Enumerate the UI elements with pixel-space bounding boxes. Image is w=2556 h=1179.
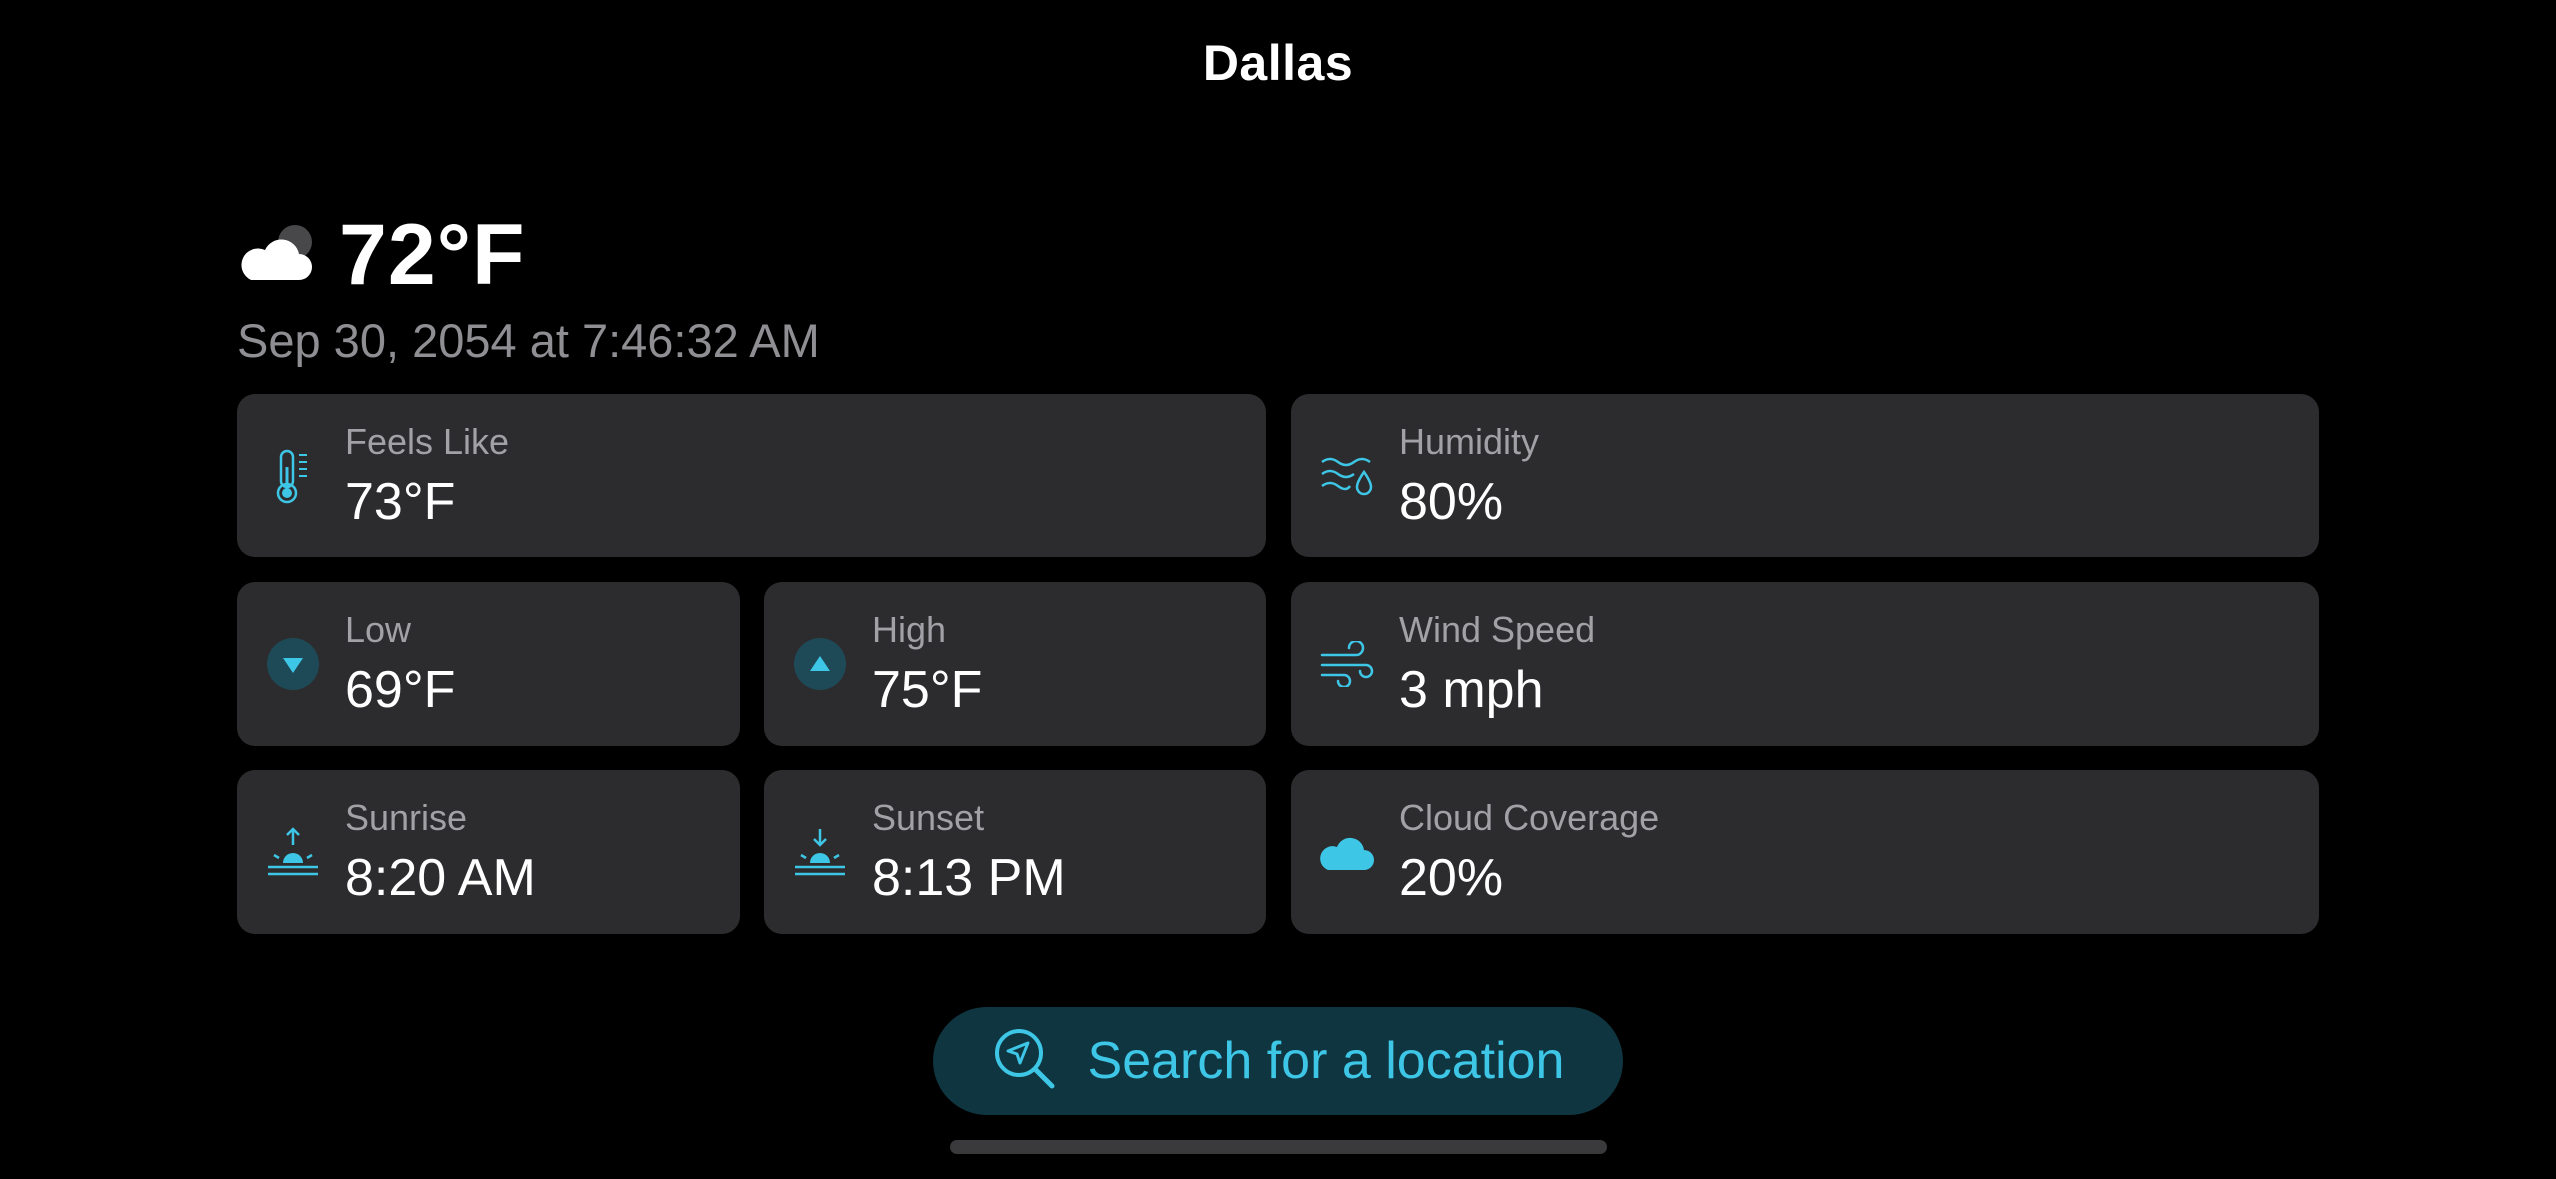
arrow-up-circle-icon bbox=[791, 635, 849, 693]
humidity-value: 80% bbox=[1399, 473, 1504, 531]
high-value: 75°F bbox=[872, 661, 983, 719]
sunrise-value: 8:20 AM bbox=[345, 849, 536, 907]
cloud-icon bbox=[1318, 823, 1376, 881]
feels-like-value: 73°F bbox=[345, 473, 456, 531]
wind-icon bbox=[1318, 635, 1376, 693]
cloud-coverage-card: Cloud Coverage 20% bbox=[1291, 770, 2319, 934]
sunset-label: Sunset bbox=[872, 797, 985, 838]
search-location-label: Search for a location bbox=[1087, 1032, 1565, 1090]
sunrise-icon bbox=[264, 823, 322, 881]
low-label: Low bbox=[345, 609, 412, 650]
city-title: Dallas bbox=[1202, 35, 1354, 91]
search-location-button[interactable]: Search for a location bbox=[933, 1007, 1623, 1115]
wind-speed-value: 3 mph bbox=[1399, 661, 1544, 719]
high-label: High bbox=[872, 609, 947, 650]
cloud-coverage-value: 20% bbox=[1399, 849, 1504, 907]
humidity-icon bbox=[1318, 447, 1376, 505]
cloud-coverage-label: Cloud Coverage bbox=[1399, 797, 1660, 838]
low-card: Low 69°F bbox=[237, 582, 740, 746]
low-value: 69°F bbox=[345, 661, 456, 719]
current-conditions: 72°F bbox=[237, 205, 526, 305]
sunset-value: 8:13 PM bbox=[872, 849, 1066, 907]
wind-speed-label: Wind Speed bbox=[1399, 609, 1596, 650]
location-search-icon bbox=[992, 1026, 1058, 1097]
current-temperature: 72°F bbox=[339, 206, 526, 303]
sunset-card: Sunset 8:13 PM bbox=[764, 770, 1266, 934]
sunset-icon bbox=[791, 823, 849, 881]
high-card: High 75°F bbox=[764, 582, 1266, 746]
arrow-down-circle-icon bbox=[264, 635, 322, 693]
humidity-card: Humidity 80% bbox=[1291, 394, 2319, 557]
sunrise-card: Sunrise 8:20 AM bbox=[237, 770, 740, 934]
home-indicator[interactable] bbox=[950, 1140, 1607, 1154]
feels-like-card: Feels Like 73°F bbox=[237, 394, 1266, 557]
sunrise-label: Sunrise bbox=[345, 797, 468, 838]
thermometer-icon bbox=[264, 447, 322, 505]
feels-like-label: Feels Like bbox=[345, 421, 510, 462]
cloud-moon-icon bbox=[237, 222, 319, 289]
observation-timestamp: Sep 30, 2054 at 7:46:32 AM bbox=[237, 314, 820, 367]
wind-speed-card: Wind Speed 3 mph bbox=[1291, 582, 2319, 746]
humidity-label: Humidity bbox=[1399, 421, 1540, 462]
